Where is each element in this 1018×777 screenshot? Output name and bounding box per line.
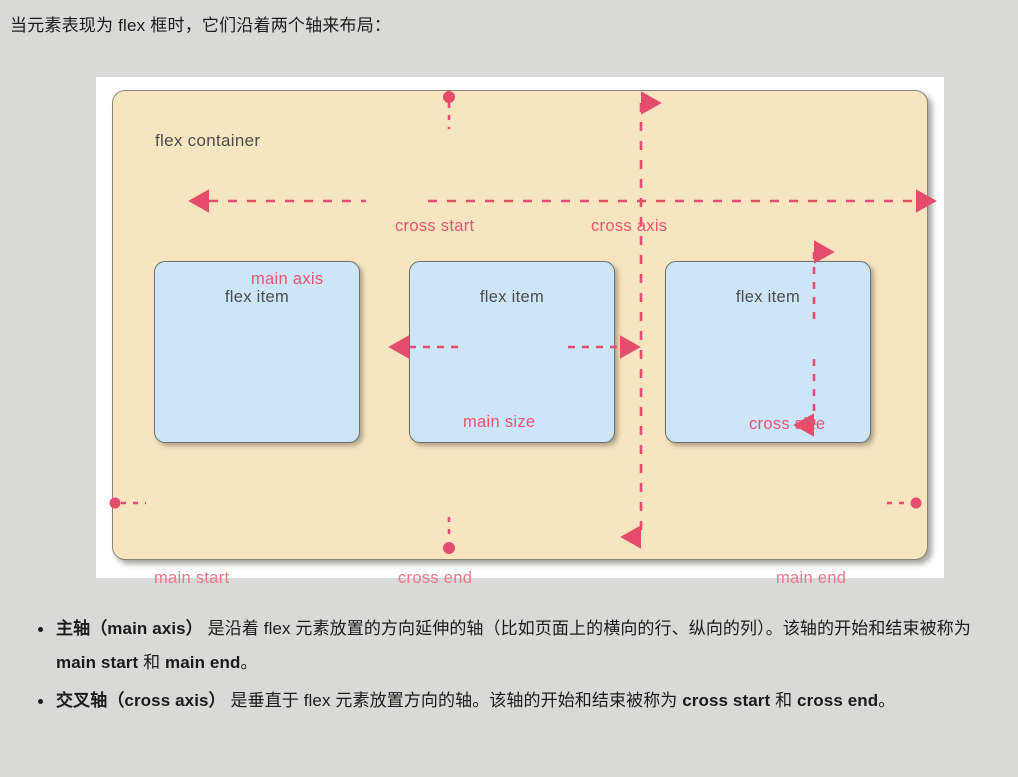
- intro-paragraph: 当元素表现为 flex 框时，它们沿着两个轴来布局：: [10, 16, 392, 35]
- cross-axis-label: cross axis: [591, 217, 668, 235]
- cross-end-label: cross end: [398, 569, 473, 587]
- bullet-dot-icon: [38, 699, 43, 704]
- cross-size-label: cross size: [749, 415, 826, 433]
- main-end-label: main end: [776, 569, 847, 587]
- bullet-dot-icon: [38, 627, 43, 632]
- axis-definition-list: 主轴（main axis） 是沿着 flex 元素放置的方向延伸的轴（比如页面上…: [0, 612, 1018, 718]
- bullet-1-tail: 。: [878, 691, 896, 710]
- bullet-1-part1: 是垂直于 flex 元素放置方向的轴。该轴的开始和结束被称为: [225, 691, 683, 710]
- bullet-0-tail: 。: [240, 653, 258, 672]
- bullet-1-term: 交叉轴: [56, 691, 108, 710]
- list-item: 主轴（main axis） 是沿着 flex 元素放置的方向延伸的轴（比如页面上…: [0, 612, 1018, 680]
- list-item: 交叉轴（cross axis） 是垂直于 flex 元素放置方向的轴。该轴的开始…: [0, 684, 1018, 718]
- bullet-0-strong1: main start: [56, 653, 139, 672]
- flex-container-label: flex container: [155, 131, 261, 150]
- bullet-0-term-en: （main axis）: [90, 619, 203, 638]
- flex-item-2-label: flex item: [479, 288, 545, 306]
- flexbox-diagram-figure: flex container flex item flex item flex …: [96, 77, 944, 587]
- flex-container-box: flex container flex item flex item flex …: [112, 90, 928, 560]
- main-size-label: main size: [463, 413, 536, 431]
- main-start-label: main start: [154, 569, 230, 587]
- flex-item-3-label: flex item: [735, 288, 801, 306]
- bullet-0-mid: 和: [138, 653, 165, 672]
- bullet-1-mid: 和: [770, 691, 798, 710]
- bullet-1-term-en: （cross axis）: [107, 691, 226, 710]
- bullet-0-strong2: main end: [165, 653, 241, 672]
- main-axis-label: main axis: [251, 270, 324, 288]
- bullet-1-strong2: cross end: [797, 691, 879, 710]
- bullet-0-part1: 是沿着 flex 元素放置的方向延伸的轴（比如页面上的横向的行、纵向的列）。该轴…: [202, 619, 971, 638]
- flex-item-1-label: flex item: [224, 288, 290, 306]
- bullet-1-strong1: cross start: [682, 691, 771, 710]
- bullet-0-term: 主轴: [56, 619, 91, 638]
- cross-start-label: cross start: [395, 217, 475, 235]
